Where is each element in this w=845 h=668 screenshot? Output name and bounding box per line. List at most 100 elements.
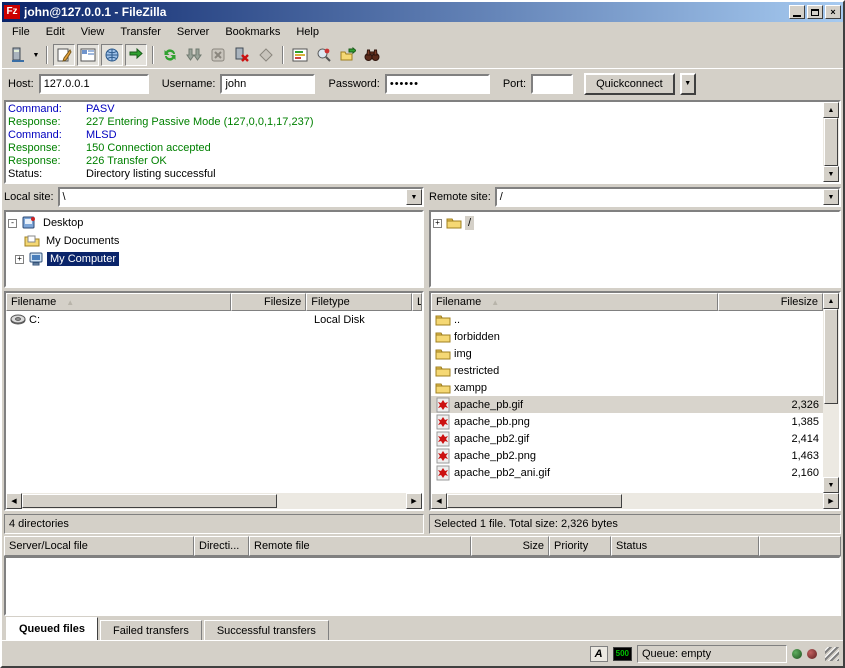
menu-transfer[interactable]: Transfer xyxy=(112,24,169,40)
column-filesize[interactable]: Filesize xyxy=(718,293,823,311)
toggle-queue-button[interactable] xyxy=(125,44,147,66)
find-files-button[interactable] xyxy=(361,44,383,66)
host-input[interactable]: 127.0.0.1 xyxy=(39,74,149,94)
remote-file-row[interactable]: apache_pb2.gif2,414 xyxy=(431,430,823,447)
column-filename[interactable]: Filename▲ xyxy=(6,293,231,311)
tree-item-my-documents[interactable]: My Documents xyxy=(8,232,420,250)
reconnect-button[interactable] xyxy=(255,44,277,66)
directory-comparison-button[interactable] xyxy=(289,44,311,66)
menu-view[interactable]: View xyxy=(73,24,113,40)
column-remote-file[interactable]: Remote file xyxy=(249,536,471,556)
cancel-operation-button[interactable] xyxy=(207,44,229,66)
local-site-combobox[interactable]: \ ▼ xyxy=(58,187,424,207)
local-site-label: Local site: xyxy=(4,191,54,203)
scrollbar-thumb[interactable] xyxy=(22,494,277,508)
username-input[interactable]: john xyxy=(220,74,315,94)
tab-queued-files[interactable]: Queued files xyxy=(6,617,98,640)
column-status[interactable]: Status xyxy=(611,536,759,556)
remote-file-row-selected[interactable]: apache_pb.gif2,326 xyxy=(431,396,823,413)
maximize-button[interactable] xyxy=(807,5,823,19)
transfer-queue: Server/Local file Directi... Remote file… xyxy=(4,536,841,616)
remote-vertical-scrollbar[interactable]: ▲ ▼ xyxy=(823,293,839,493)
speed-limit-indicator[interactable]: 500 xyxy=(613,647,632,661)
scrollbar-thumb[interactable] xyxy=(824,118,838,166)
column-filename[interactable]: Filename▲ xyxy=(431,293,718,311)
folder-icon xyxy=(446,215,462,231)
port-input[interactable] xyxy=(531,74,573,94)
scroll-up-icon[interactable]: ▲ xyxy=(823,102,839,118)
local-file-row[interactable]: C: Local Disk xyxy=(6,311,422,328)
status-bar: A 500 Queue: empty xyxy=(2,640,843,666)
scroll-up-icon[interactable]: ▲ xyxy=(823,293,839,309)
expand-icon[interactable]: + xyxy=(433,219,442,228)
password-input[interactable]: •••••• xyxy=(385,74,490,94)
column-size[interactable]: Size xyxy=(471,536,549,556)
scroll-right-icon[interactable]: ▶ xyxy=(406,493,422,509)
tree-item-root[interactable]: + / xyxy=(433,214,837,232)
data-type-indicator[interactable]: A xyxy=(590,646,608,662)
quickconnect-dropdown[interactable]: ▼ xyxy=(680,73,696,95)
process-queue-button[interactable] xyxy=(183,44,205,66)
chevron-down-icon[interactable]: ▼ xyxy=(406,189,422,205)
site-manager-dropdown[interactable]: ▼ xyxy=(30,44,42,66)
local-horizontal-scrollbar[interactable]: ◀ ▶ xyxy=(6,493,422,509)
window-title: john@127.0.0.1 - FileZilla xyxy=(24,5,787,19)
scroll-right-icon[interactable]: ▶ xyxy=(823,493,839,509)
expand-icon[interactable]: + xyxy=(15,255,24,264)
menu-bookmarks[interactable]: Bookmarks xyxy=(217,24,288,40)
column-direction[interactable]: Directi... xyxy=(194,536,249,556)
image-file-icon xyxy=(435,465,451,481)
toggle-local-tree-button[interactable] xyxy=(77,44,99,66)
remote-file-row[interactable]: img xyxy=(431,345,823,362)
sort-ascending-icon: ▲ xyxy=(491,298,499,307)
menu-server[interactable]: Server xyxy=(169,24,217,40)
disconnect-button[interactable] xyxy=(231,44,253,66)
resize-grip-icon[interactable] xyxy=(825,647,839,661)
column-priority[interactable]: Priority xyxy=(549,536,611,556)
menu-edit[interactable]: Edit xyxy=(38,24,73,40)
menu-bar: File Edit View Transfer Server Bookmarks… xyxy=(2,22,843,42)
file-name: apache_pb2.png xyxy=(454,450,536,462)
toggle-message-log-button[interactable] xyxy=(53,44,75,66)
toggle-remote-tree-button[interactable] xyxy=(101,44,123,66)
directory-listing-filters-button[interactable] xyxy=(313,44,335,66)
menu-help[interactable]: Help xyxy=(288,24,327,40)
tab-failed-transfers[interactable]: Failed transfers xyxy=(100,620,202,640)
app-icon: Fz xyxy=(4,5,20,19)
remote-file-row[interactable]: restricted xyxy=(431,362,823,379)
remote-horizontal-scrollbar[interactable]: ◀ ▶ xyxy=(431,493,839,509)
synchronized-browsing-button[interactable] xyxy=(337,44,359,66)
tree-item-desktop[interactable]: - Desktop xyxy=(8,214,420,232)
site-manager-button[interactable] xyxy=(7,44,29,66)
remote-file-row[interactable]: forbidden xyxy=(431,328,823,345)
column-filesize[interactable]: Filesize xyxy=(231,293,306,311)
tree-item-my-computer[interactable]: + My Computer xyxy=(8,250,420,268)
file-name: apache_pb2.gif xyxy=(454,433,529,445)
scroll-down-icon[interactable]: ▼ xyxy=(823,477,839,493)
scroll-left-icon[interactable]: ◀ xyxy=(431,493,447,509)
collapse-icon[interactable]: - xyxy=(8,219,17,228)
remote-file-row[interactable]: xampp xyxy=(431,379,823,396)
sort-ascending-icon: ▲ xyxy=(66,298,74,307)
scrollbar-thumb[interactable] xyxy=(447,494,622,508)
remote-file-row[interactable]: apache_pb2_ani.gif2,160 xyxy=(431,464,823,481)
remote-site-combobox[interactable]: / ▼ xyxy=(495,187,841,207)
scrollbar-thumb[interactable] xyxy=(824,309,838,404)
quickconnect-button[interactable]: Quickconnect xyxy=(584,73,675,95)
remote-file-row[interactable]: apache_pb.png1,385 xyxy=(431,413,823,430)
scroll-down-icon[interactable]: ▼ xyxy=(823,166,839,182)
refresh-button[interactable] xyxy=(159,44,181,66)
log-scrollbar[interactable]: ▲ ▼ xyxy=(823,102,839,182)
minimize-button[interactable] xyxy=(789,5,805,19)
tab-successful-transfers[interactable]: Successful transfers xyxy=(204,620,329,640)
chevron-down-icon[interactable]: ▼ xyxy=(823,189,839,205)
column-filetype[interactable]: Filetype xyxy=(306,293,412,311)
file-size: 1,385 xyxy=(718,416,823,428)
column-server-local-file[interactable]: Server/Local file xyxy=(4,536,194,556)
remote-file-row[interactable]: .. xyxy=(431,311,823,328)
scroll-left-icon[interactable]: ◀ xyxy=(6,493,22,509)
menu-file[interactable]: File xyxy=(4,24,38,40)
remote-file-row[interactable]: apache_pb2.png1,463 xyxy=(431,447,823,464)
close-button[interactable]: × xyxy=(825,5,841,19)
column-last-modified[interactable]: L xyxy=(412,293,422,311)
